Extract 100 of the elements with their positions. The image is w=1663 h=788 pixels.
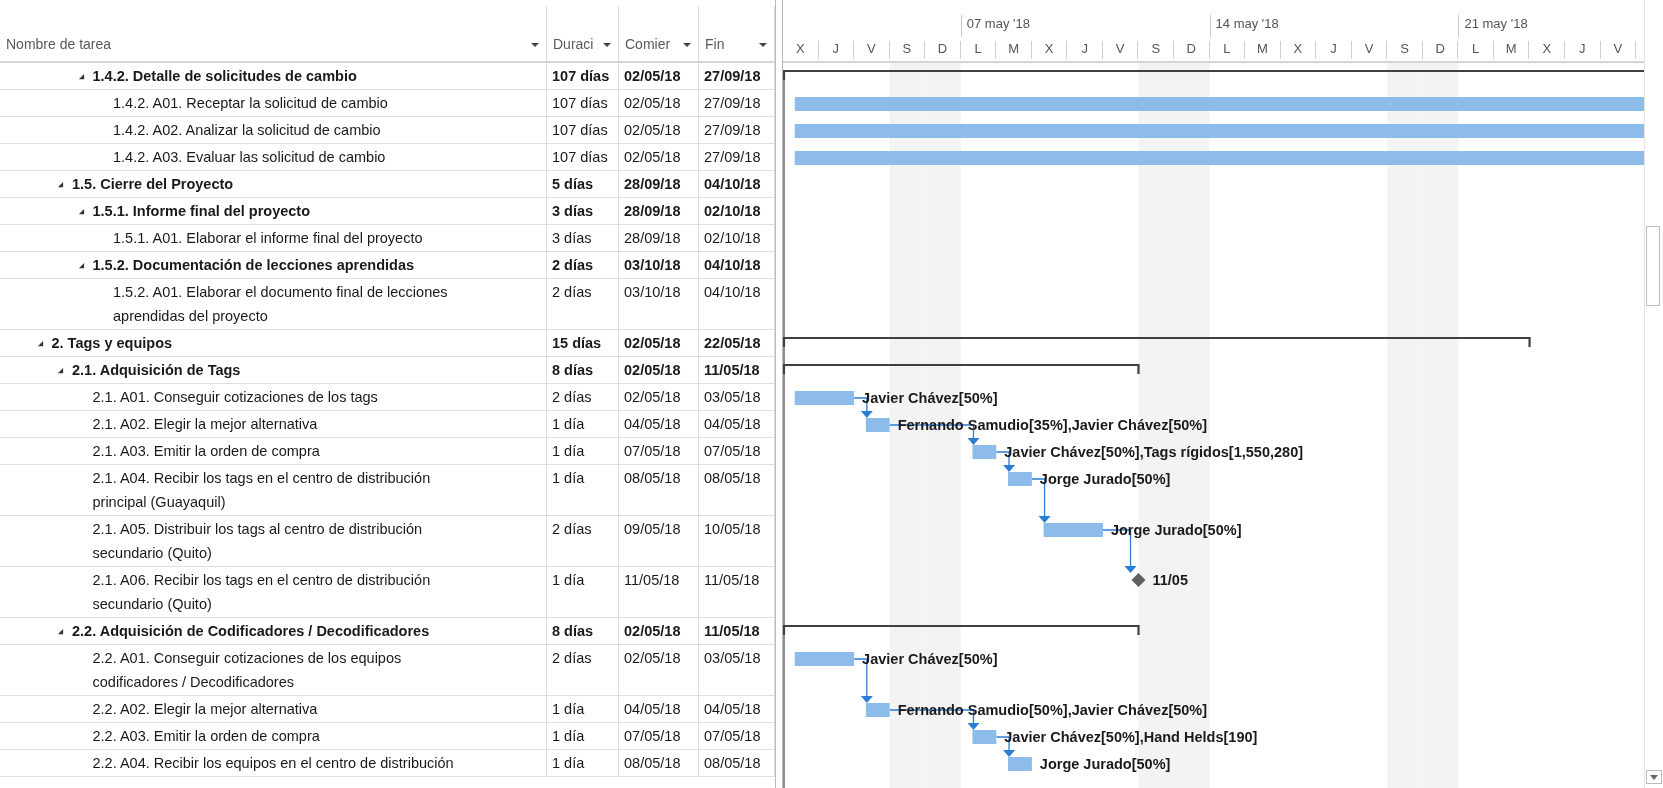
task-name-cell[interactable]: 1.4.2. A01. Receptar la solicitud de cambio bbox=[0, 90, 547, 116]
bar-label: Javier Chávez[50%] bbox=[862, 651, 998, 667]
day-label: V bbox=[867, 41, 876, 56]
start-date-cell: 02/05/18 bbox=[619, 90, 699, 116]
dropdown-caret-icon[interactable] bbox=[530, 42, 540, 48]
day-label: D bbox=[937, 41, 948, 56]
collapse-triangle-icon[interactable] bbox=[77, 72, 85, 80]
task-bar bbox=[865, 703, 890, 717]
task-bar bbox=[1043, 523, 1103, 537]
task-name-cell[interactable]: 2.2. A03. Emitir la orden de compra bbox=[0, 723, 547, 749]
day-label: J bbox=[1081, 41, 1088, 56]
task-name-cell[interactable]: 2.1. A04. Recibir los tags en el centro de distribución principal (Guayaquil) bbox=[0, 465, 547, 515]
duration-cell: 3 días bbox=[547, 198, 619, 224]
start-date-cell: 03/10/18 bbox=[619, 252, 699, 278]
task-name-cell[interactable]: 1.5.1. A01. Elaborar el informe final del proyecto bbox=[0, 225, 547, 251]
column-header[interactable]: Duraci bbox=[547, 6, 619, 61]
vertical-scrollbar[interactable] bbox=[1644, 0, 1663, 788]
dropdown-caret-icon[interactable] bbox=[602, 42, 612, 48]
task-name-cell[interactable]: 2.2. A01. Conseguir cotizaciones de los equipos codificadores / Decodificadores bbox=[0, 645, 547, 695]
duration-cell: 2 días bbox=[547, 516, 619, 566]
day-label: S bbox=[1400, 41, 1409, 56]
task-bar bbox=[794, 391, 855, 405]
start-date-cell: 02/05/18 bbox=[619, 357, 699, 383]
dropdown-caret-icon[interactable] bbox=[682, 42, 692, 48]
start-date-cell: 04/05/18 bbox=[619, 696, 699, 722]
task-name-cell[interactable]: 2.2. A02. Elegir la mejor alternativa bbox=[0, 696, 547, 722]
bar-label: Javier Chávez[50%],Tags rígidos[1,550,280] bbox=[1004, 444, 1304, 460]
task-name-cell[interactable]: 1.4.2. Detalle de solicitudes de cambio bbox=[0, 63, 547, 89]
start-date-cell: 07/05/18 bbox=[619, 438, 699, 464]
column-header[interactable]: Comier bbox=[619, 6, 699, 61]
task-name-cell[interactable]: 2.2. A04. Recibir los equipos en el centro de distribución bbox=[0, 750, 547, 776]
start-date-cell: 09/05/18 bbox=[619, 516, 699, 566]
bar-label: Jorge Jurado[50%] bbox=[1039, 756, 1171, 772]
bar-label: Javier Chávez[50%] bbox=[862, 390, 998, 406]
week-label: 07 may '18 bbox=[965, 16, 1030, 31]
task-bar bbox=[865, 418, 890, 432]
start-date-cell: 08/05/18 bbox=[619, 750, 699, 776]
start-date-cell: 07/05/18 bbox=[619, 723, 699, 749]
collapse-triangle-icon[interactable] bbox=[36, 339, 44, 347]
task-name-cell[interactable]: 1.4.2. A02. Analizar la solicitud de cambio bbox=[0, 117, 547, 143]
day-label: X bbox=[795, 41, 805, 56]
scroll-down-button[interactable] bbox=[1646, 770, 1662, 784]
task-name-cell[interactable]: 2.1. A05. Distribuir los tags al centro de distribución secundario (Quito) bbox=[0, 516, 547, 566]
task-name-cell[interactable]: 2.1. Adquisición de Tags bbox=[0, 357, 547, 383]
day-label: L bbox=[974, 41, 982, 56]
start-date-cell: 02/05/18 bbox=[619, 645, 699, 695]
day-label: D bbox=[1186, 41, 1196, 56]
task-name-cell[interactable]: 1.4.2. A03. Evaluar las solicitud de cambio bbox=[0, 144, 547, 170]
duration-cell: 1 día bbox=[547, 465, 619, 515]
start-date-cell: 02/05/18 bbox=[619, 117, 699, 143]
task-name-cell[interactable]: 1.5.1. Informe final del proyecto bbox=[0, 198, 547, 224]
task-name-cell[interactable]: 1.5.2. A01. Elaborar el documento final de lecciones aprendidas del proyecto bbox=[0, 279, 547, 329]
collapse-triangle-icon[interactable] bbox=[57, 180, 64, 188]
day-label: J bbox=[1579, 41, 1586, 56]
week-label: 14 may '18 bbox=[1214, 16, 1279, 31]
task-name-cell[interactable]: 2.1. A02. Elegir la mejor alternativa bbox=[0, 411, 547, 437]
duration-cell: 2 días bbox=[547, 645, 619, 695]
task-name-cell[interactable]: 2.2. Adquisición de Codificadores / Decodificadores bbox=[0, 618, 547, 644]
task-name-cell[interactable]: 1.5.2. Documentación de lecciones aprendidas bbox=[0, 252, 547, 278]
collapse-triangle-icon[interactable] bbox=[57, 366, 64, 374]
duration-cell: 2 días bbox=[547, 252, 619, 278]
duration-cell: 1 día bbox=[547, 438, 619, 464]
duration-cell: 1 día bbox=[547, 696, 619, 722]
duration-cell: 1 día bbox=[547, 411, 619, 437]
scrollbar-thumb[interactable] bbox=[1646, 226, 1660, 306]
bar-label: Jorge Jurado[50%] bbox=[1039, 471, 1171, 487]
collapse-triangle-icon[interactable] bbox=[57, 627, 64, 635]
day-label: L bbox=[1472, 41, 1480, 56]
task-name-cell[interactable]: 2.1. A03. Emitir la orden de compra bbox=[0, 438, 547, 464]
start-date-cell: 08/05/18 bbox=[619, 465, 699, 515]
day-label: V bbox=[1364, 41, 1374, 56]
duration-cell: 2 días bbox=[547, 279, 619, 329]
task-name-cell[interactable]: 2.1. A01. Conseguir cotizaciones de los tags bbox=[0, 384, 547, 410]
collapse-triangle-icon[interactable] bbox=[77, 207, 85, 215]
day-label: M bbox=[1505, 41, 1517, 56]
day-label: X bbox=[1293, 41, 1303, 56]
dropdown-caret-icon[interactable] bbox=[758, 42, 768, 48]
task-bar bbox=[1008, 757, 1032, 771]
day-label: S bbox=[1151, 41, 1161, 56]
day-label: X bbox=[1542, 41, 1552, 56]
day-label: L bbox=[1223, 41, 1231, 56]
task-name-cell[interactable]: 2.1. A06. Recibir los tags en el centro de distribución secundario (Quito) bbox=[0, 567, 547, 617]
duration-cell: 107 días bbox=[547, 90, 619, 116]
collapse-triangle-icon[interactable] bbox=[77, 261, 85, 269]
duration-cell: 1 día bbox=[547, 750, 619, 776]
day-label: X bbox=[1044, 41, 1054, 56]
start-date-cell: 02/05/18 bbox=[619, 330, 699, 356]
duration-cell: 8 días bbox=[547, 357, 619, 383]
task-bar bbox=[972, 445, 997, 459]
duration-cell: 107 días bbox=[547, 63, 619, 89]
task-name-cell[interactable]: 1.5. Cierre del Proyecto bbox=[0, 171, 547, 197]
task-bar bbox=[794, 652, 855, 666]
duration-cell: 2 días bbox=[547, 384, 619, 410]
start-date-cell: 02/05/18 bbox=[619, 384, 699, 410]
day-label: D bbox=[1435, 41, 1445, 56]
week-label: 21 may '18 bbox=[1463, 16, 1528, 31]
task-name-cell[interactable]: 2. Tags y equipos bbox=[0, 330, 547, 356]
start-date-cell: 11/05/18 bbox=[619, 567, 699, 617]
column-header[interactable]: Nombre de tarea bbox=[0, 6, 547, 61]
day-label: J bbox=[1330, 41, 1337, 56]
